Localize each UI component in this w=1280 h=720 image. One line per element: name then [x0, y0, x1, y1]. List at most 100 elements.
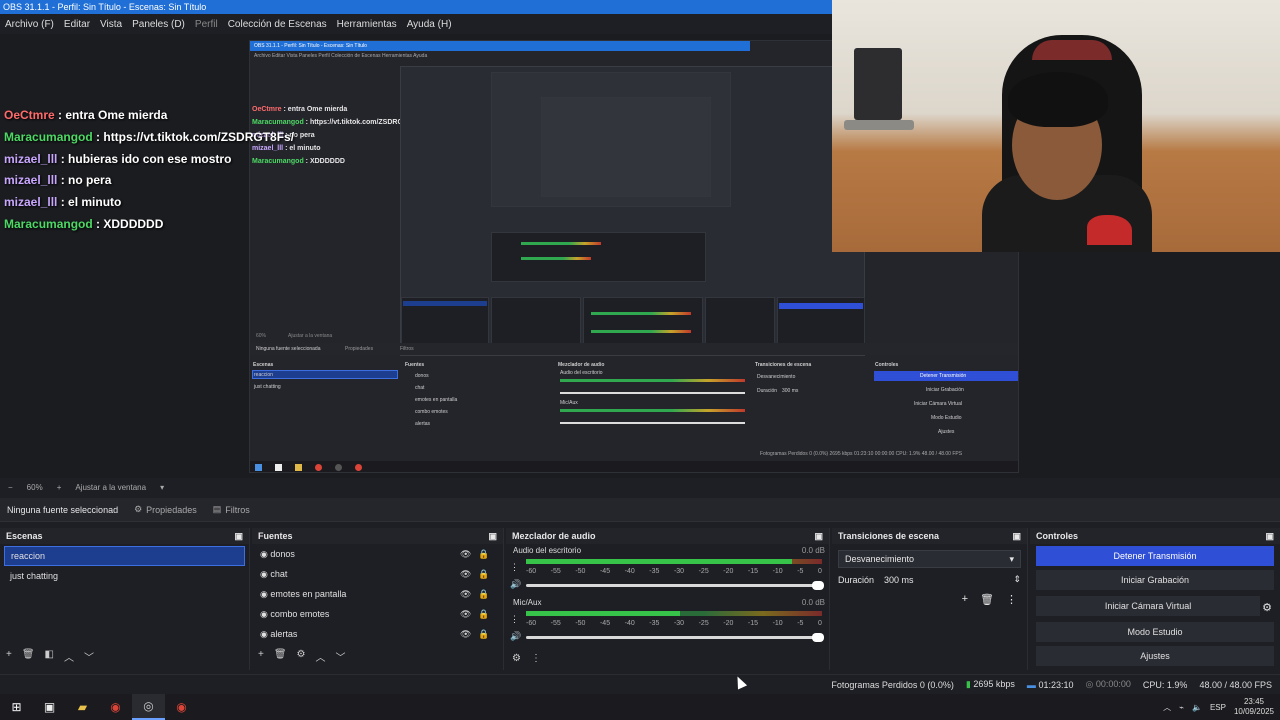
- volume-slider[interactable]: [526, 581, 824, 590]
- menu-ayuda[interactable]: Ayuda (H): [407, 19, 452, 30]
- lock-icon[interactable]: 🔒: [478, 609, 489, 620]
- window-title: OBS 31.1.1 - Perfil: Sin Título - Escena…: [0, 0, 832, 14]
- lock-icon[interactable]: 🔒: [478, 569, 489, 580]
- volume-icon[interactable]: 🔈: [1192, 703, 1202, 712]
- zoom-out-icon[interactable]: −: [8, 483, 13, 492]
- chat-msg: XDDDDDD: [103, 216, 164, 231]
- scene-item-just-chatting[interactable]: just chatting: [4, 566, 245, 586]
- source-item-emotes-en-pantalla[interactable]: ◉ emotes en pantalla 👁 🔒: [252, 584, 503, 604]
- speaker-icon[interactable]: 🔊: [510, 631, 521, 642]
- menu-vista[interactable]: Vista: [100, 19, 122, 30]
- eye-icon[interactable]: 👁: [460, 609, 471, 620]
- zoom-in-icon[interactable]: +: [57, 483, 62, 492]
- menu-dots-icon[interactable]: ⋮: [510, 614, 519, 625]
- menu-paneles[interactable]: Paneles (D): [132, 19, 185, 30]
- mixer-header: Mezclador de audio ▣: [506, 528, 829, 544]
- nested-docks: Escenas reaccion just chatting Fuentes d…: [250, 359, 1018, 449]
- gear-icon[interactable]: ⚙: [297, 649, 306, 664]
- folder-icon[interactable]: ▰: [66, 694, 99, 720]
- undock-icon[interactable]: ▣: [234, 531, 243, 542]
- windows-start-icon[interactable]: ⊞: [0, 694, 33, 720]
- chat-line: mizael_lll : hubieras ido con ese mostro: [4, 149, 464, 171]
- menu-dots-icon[interactable]: ⋮: [510, 562, 519, 573]
- chevron-down-icon[interactable]: ▾: [160, 483, 164, 492]
- menu-herramientas[interactable]: Herramientas: [337, 19, 397, 30]
- start-recording-button[interactable]: Iniciar Grabación: [1036, 570, 1274, 590]
- eye-icon[interactable]: 👁: [460, 589, 471, 600]
- spinner-icon[interactable]: ⇕: [1013, 574, 1021, 585]
- source-item-alertas[interactable]: ◉ alertas 👁 🔒: [252, 624, 503, 644]
- nested-control-0: Detener Transmisión: [920, 373, 967, 379]
- move-down-icon[interactable]: ﹀: [336, 649, 346, 664]
- chrome-icon[interactable]: ◉: [165, 694, 198, 720]
- menu-archivo[interactable]: Archivo (F): [5, 19, 54, 30]
- settings-icon[interactable]: ⚙: [512, 653, 521, 664]
- source-item-combo-emotes[interactable]: ◉ combo emotes 👁 🔒: [252, 604, 503, 624]
- studio-mode-button[interactable]: Modo Estudio: [1036, 622, 1274, 642]
- clock[interactable]: 23:45 10/09/2025: [1234, 697, 1274, 717]
- move-up-icon[interactable]: ︿: [316, 649, 326, 664]
- undock-icon[interactable]: ▣: [1265, 531, 1274, 542]
- eye-icon[interactable]: 👁: [460, 569, 471, 580]
- menu-dots-icon[interactable]: ⋮: [531, 653, 541, 664]
- duration-input[interactable]: 300 ms: [884, 575, 1003, 585]
- trash-icon[interactable]: 🗑: [274, 649, 287, 664]
- zoom-fit-button[interactable]: Ajustar a la ventana: [75, 483, 146, 492]
- transitions-dock: Transiciones de escena ▣ Desvanecimiento…: [832, 528, 1028, 670]
- settings-button[interactable]: Ajustes: [1036, 646, 1274, 666]
- add-icon[interactable]: +: [258, 649, 264, 664]
- volume-slider[interactable]: [526, 633, 824, 642]
- undock-icon[interactable]: ▣: [814, 531, 823, 542]
- undock-icon[interactable]: ▣: [488, 531, 497, 542]
- scale-tick: -10: [772, 620, 783, 627]
- language-indicator[interactable]: ESP: [1210, 703, 1226, 712]
- transition-select[interactable]: Desvanecimiento ▾: [838, 550, 1021, 568]
- undock-icon[interactable]: ▣: [1012, 531, 1021, 542]
- nested-status: Fotogramas Perdidos 0 (0.0%) 2695 kbps 0…: [760, 451, 963, 457]
- move-up-icon[interactable]: ︿: [64, 649, 74, 664]
- file-app-icon[interactable]: ▣: [33, 694, 66, 720]
- lock-icon[interactable]: 🔒: [478, 629, 489, 640]
- slider-knob[interactable]: [812, 581, 824, 590]
- obs-icon[interactable]: ◎: [132, 694, 165, 720]
- menu-coleccion[interactable]: Colección de Escenas: [228, 19, 327, 30]
- scene-item-reaccion[interactable]: reaccion: [4, 546, 245, 566]
- stop-stream-button[interactable]: Detener Transmisión: [1036, 546, 1274, 566]
- chat-line: mizael_lll : no pera: [4, 170, 464, 192]
- nested-source-2: emotes en pantalla: [415, 397, 458, 403]
- source-item-donos[interactable]: ◉ donos 👁 🔒: [252, 544, 503, 564]
- eye-icon[interactable]: 👁: [460, 629, 471, 640]
- source-type-icon: ◉: [260, 608, 271, 619]
- speaker-icon[interactable]: 🔊: [510, 579, 521, 590]
- move-down-icon[interactable]: ﹀: [84, 649, 94, 664]
- nested-control-2: Iniciar Cámara Virtual: [914, 401, 962, 407]
- lock-icon[interactable]: 🔒: [478, 589, 489, 600]
- nested-scenes-title: Escenas: [253, 362, 274, 368]
- chevron-up-icon[interactable]: ︿: [1163, 702, 1171, 713]
- virtual-camera-button[interactable]: Iniciar Cámara Virtual: [1036, 596, 1261, 616]
- gear-icon[interactable]: ⚙: [1262, 601, 1280, 614]
- mixer-channel-mic: Mic/Aux 0.0 dB -60 -55 -50 -45 -40 -35 -30 -25-…: [506, 596, 829, 648]
- chrome-icon[interactable]: ◉: [99, 694, 132, 720]
- network-icon[interactable]: ⌁: [1179, 703, 1184, 712]
- meter-fill: [526, 611, 822, 616]
- filters-button[interactable]: ▤ Filtros: [213, 504, 250, 515]
- slider-knob[interactable]: [812, 633, 824, 642]
- zoom-level[interactable]: 60%: [27, 483, 43, 492]
- scale-tick: -35: [649, 568, 660, 575]
- menu-perfil[interactable]: Perfil: [195, 19, 218, 30]
- trash-icon[interactable]: 🗑: [980, 593, 994, 606]
- menu-dots-icon[interactable]: ⋮: [1006, 593, 1017, 606]
- scale-tick: -5: [797, 568, 804, 575]
- menu-editar[interactable]: Editar: [64, 19, 90, 30]
- properties-button[interactable]: ⚙ Propiedades: [134, 504, 197, 515]
- eye-icon[interactable]: 👁: [460, 549, 471, 560]
- trash-icon[interactable]: 🗑: [22, 649, 35, 664]
- add-icon[interactable]: +: [962, 593, 968, 606]
- chat-line: mizael_lll : el minuto: [4, 192, 464, 214]
- filter-icon[interactable]: ◧: [45, 649, 54, 664]
- lock-icon[interactable]: 🔒: [478, 549, 489, 560]
- nested-no-source: Ninguna fuente seleccionada: [256, 346, 321, 352]
- add-icon[interactable]: +: [6, 649, 12, 664]
- source-item-chat[interactable]: ◉ chat 👁 🔒: [252, 564, 503, 584]
